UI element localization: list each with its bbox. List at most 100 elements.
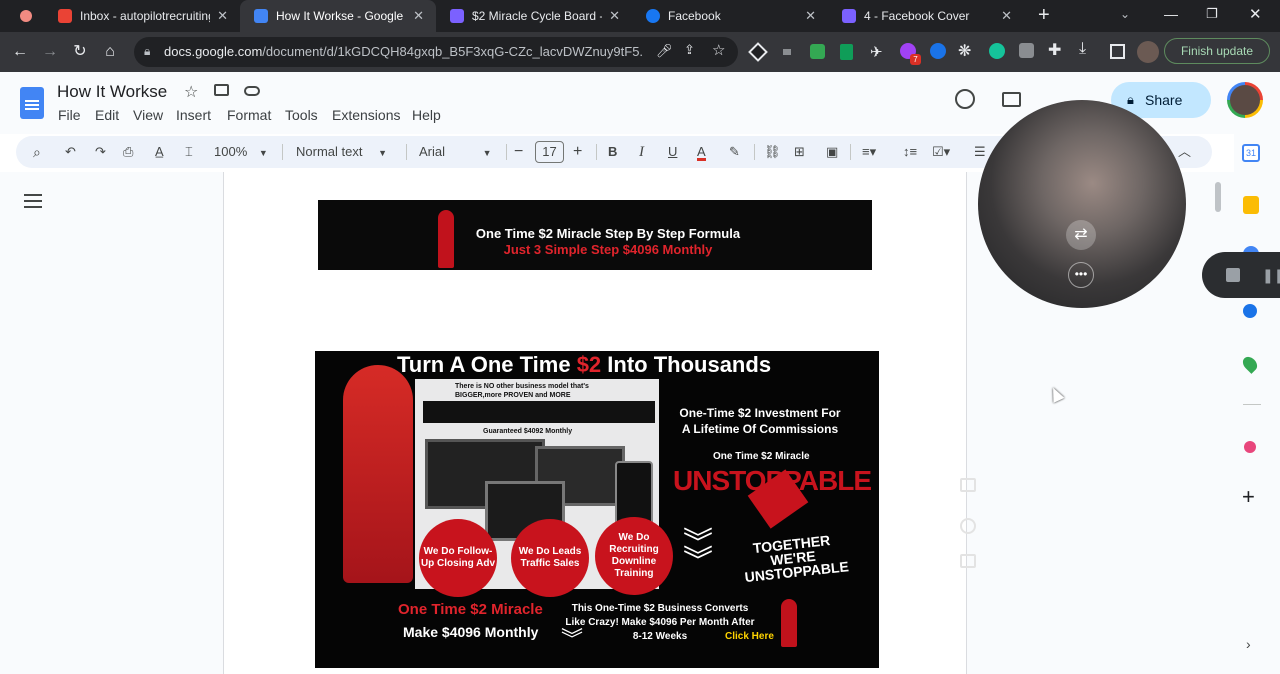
tab-google-docs[interactable]: How It Workse - Google Do ✕ xyxy=(240,0,436,32)
menu-extensions[interactable]: Extensions xyxy=(332,107,400,123)
document-outline-icon[interactable] xyxy=(24,194,42,208)
insert-link-icon[interactable]: ⛓ xyxy=(764,142,781,162)
comments-icon[interactable] xyxy=(1002,92,1021,107)
extension-green-icon[interactable] xyxy=(810,44,825,59)
banner-image[interactable]: One Time $2 Miracle Step By Step Formula… xyxy=(318,200,872,270)
menu-format[interactable]: Format xyxy=(227,107,271,123)
checklist-icon[interactable]: ☑▾ xyxy=(932,142,950,162)
maps-icon[interactable] xyxy=(1240,354,1260,374)
tab-facebook[interactable]: Facebook ✕ xyxy=(632,0,828,32)
paragraph-style-select[interactable]: Normal text ▼ xyxy=(296,142,396,162)
suggest-edits-float-icon[interactable] xyxy=(960,554,976,568)
font-select[interactable]: Arial ▼ xyxy=(419,142,499,162)
side-panel-icon[interactable] xyxy=(1110,44,1125,59)
tab-search-chevron-icon[interactable]: ⌄ xyxy=(1120,7,1130,21)
home-icon[interactable]: ⌂ xyxy=(100,42,120,62)
menu-insert[interactable]: Insert xyxy=(176,107,211,123)
close-tab-icon[interactable]: ✕ xyxy=(805,8,816,24)
bulleted-list-icon[interactable]: ☰ xyxy=(974,142,986,162)
address-bar[interactable]: 🔒︎ docs.google.com/document/d/1kGDCQH84g… xyxy=(134,37,738,67)
insert-image-icon[interactable]: ▣ xyxy=(826,142,838,162)
undo-icon[interactable]: ↶ xyxy=(65,142,76,162)
align-icon[interactable]: ≡▾ xyxy=(862,142,876,162)
extension-layers-icon[interactable] xyxy=(748,42,768,62)
move-folder-icon[interactable] xyxy=(214,84,229,96)
restore-icon[interactable]: ❐ xyxy=(1206,6,1218,22)
font-size-input[interactable]: 17 xyxy=(535,141,564,163)
menu-tools[interactable]: Tools xyxy=(285,107,318,123)
scrollbar-thumb[interactable] xyxy=(1215,182,1221,212)
extension-dot-icon[interactable] xyxy=(783,49,791,55)
promo-image[interactable]: Turn A One Time $2 Into Thousands There … xyxy=(315,351,879,668)
docs-logo-lines xyxy=(25,100,39,102)
text-color-icon[interactable]: A xyxy=(697,142,706,161)
highlight-color-icon[interactable]: ✎ xyxy=(729,142,740,162)
extension-blue-icon[interactable] xyxy=(930,43,946,59)
paint-format-icon[interactable]: ⌶ xyxy=(185,142,193,162)
profile-avatar[interactable] xyxy=(1137,41,1159,63)
toolbar-divider xyxy=(406,144,407,160)
account-avatar[interactable] xyxy=(1227,82,1263,118)
minimize-icon[interactable]: — xyxy=(1164,6,1178,22)
switch-camera-icon[interactable]: ⇄ xyxy=(1066,220,1096,250)
contacts-icon[interactable] xyxy=(1243,304,1257,318)
expand-panel-chevron-icon[interactable]: › xyxy=(1246,636,1251,652)
add-comment-icon[interactable]: ⊞ xyxy=(794,142,805,162)
underline-icon[interactable]: U xyxy=(668,142,677,162)
line-spacing-icon[interactable]: ↕≡ xyxy=(903,142,917,162)
tab-facebook-cover[interactable]: 4 - Facebook Cover ✕ xyxy=(828,0,1024,32)
zoom-select[interactable]: 100% ▼ xyxy=(214,142,274,162)
close-tab-icon[interactable]: ✕ xyxy=(217,8,228,24)
bookmark-star-icon[interactable]: ☆ xyxy=(712,41,725,59)
redo-icon[interactable]: ↷ xyxy=(95,142,106,162)
version-history-icon[interactable] xyxy=(955,89,975,109)
click-here-link[interactable]: Click Here xyxy=(725,631,774,642)
menu-help[interactable]: Help xyxy=(412,107,441,123)
microphone-icon[interactable]: 🎤︎ xyxy=(656,43,673,59)
star-icon[interactable]: ☆ xyxy=(184,82,198,102)
menu-edit[interactable]: Edit xyxy=(95,107,119,123)
close-window-icon[interactable]: ✕ xyxy=(1249,5,1262,23)
extension-paw-icon[interactable]: ❋ xyxy=(958,41,971,61)
extension-rocket-icon[interactable]: ✈ xyxy=(870,43,883,61)
get-addons-plus-icon[interactable]: + xyxy=(1242,484,1255,510)
menu-file[interactable]: File xyxy=(58,107,81,123)
close-tab-icon[interactable]: ✕ xyxy=(1001,8,1012,24)
print-icon[interactable]: ⎙ xyxy=(123,142,133,162)
new-tab-icon[interactable]: + xyxy=(1038,4,1050,27)
extensions-puzzle-icon[interactable]: ✚ xyxy=(1048,40,1061,60)
addon-icon[interactable] xyxy=(1244,441,1256,453)
keep-icon[interactable] xyxy=(1243,196,1259,214)
add-comment-float-icon[interactable] xyxy=(960,478,976,492)
decrease-font-size-icon[interactable]: − xyxy=(514,142,523,162)
forward-arrow-icon[interactable]: → xyxy=(40,42,60,62)
close-tab-icon[interactable]: ✕ xyxy=(609,8,620,24)
document-title[interactable]: How It Workse xyxy=(57,82,167,102)
stop-recording-icon[interactable] xyxy=(1226,268,1240,282)
calendar-icon[interactable]: 31 xyxy=(1242,144,1260,162)
tab-miracle-board[interactable]: $2 Miracle Cycle Board - F ✕ xyxy=(436,0,632,32)
pause-recording-icon[interactable]: ❚❚ xyxy=(1262,267,1280,284)
add-emoji-float-icon[interactable] xyxy=(960,518,976,534)
download-icon[interactable]: ⤓ xyxy=(1079,40,1086,58)
grammarly-icon[interactable] xyxy=(989,43,1005,59)
docs-logo-icon[interactable] xyxy=(20,87,44,119)
share-page-icon[interactable]: ⇪ xyxy=(684,42,695,58)
spellcheck-icon[interactable]: A̲ xyxy=(155,142,164,162)
more-options-icon[interactable]: ••• xyxy=(1068,262,1094,288)
back-arrow-icon[interactable]: ← xyxy=(10,42,30,62)
extension-sheets-icon[interactable] xyxy=(840,44,853,60)
collapse-toolbar-chevron-icon[interactable]: ︿ xyxy=(1178,142,1191,162)
cloud-saved-icon[interactable] xyxy=(244,86,260,96)
menu-view[interactable]: View xyxy=(133,107,163,123)
reload-icon[interactable]: ↻ xyxy=(70,42,90,62)
tab-gmail[interactable]: Inbox - autopilotrecruiting ✕ xyxy=(44,0,240,32)
search-menus-icon[interactable]: ⌕ xyxy=(33,142,41,162)
extension-gray-icon[interactable] xyxy=(1019,43,1034,58)
finish-update-button[interactable]: Finish update xyxy=(1164,38,1270,64)
webcam-bubble[interactable]: ⇄ ••• xyxy=(978,100,1186,308)
close-tab-icon[interactable]: ✕ xyxy=(413,8,424,24)
italic-icon[interactable]: I xyxy=(639,142,644,162)
bold-icon[interactable]: B xyxy=(608,142,617,162)
increase-font-size-icon[interactable]: + xyxy=(573,142,582,162)
